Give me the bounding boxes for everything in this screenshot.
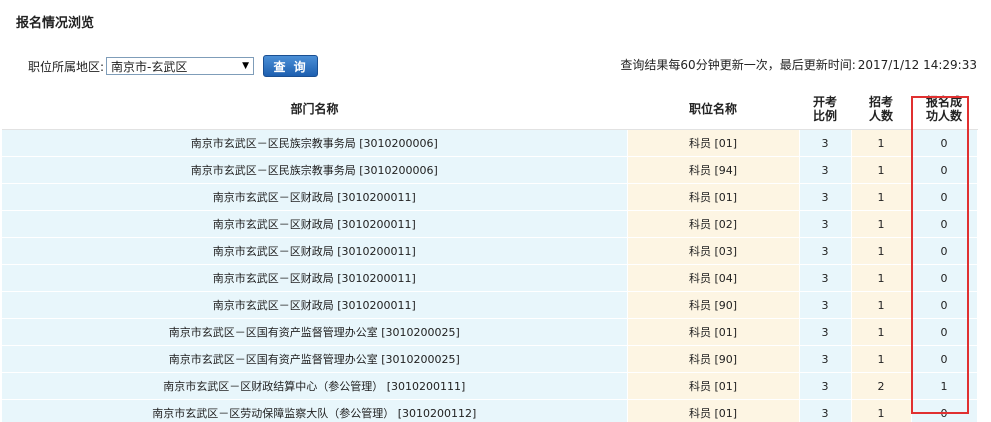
cell-dept-name: 南京市玄武区－区劳动保障监察大队（参公管理） [3010200112] xyxy=(2,399,628,422)
page: 报名情况浏览 职位所属地区: 南京市-玄武区 ▼ 查 询 查询结果每60分钟更新… xyxy=(0,0,991,422)
dropdown-arrow-icon: ▼ xyxy=(242,61,250,71)
cell-recruit-count: 1 xyxy=(851,237,912,265)
cell-dept-name: 南京市玄武区－区财政局 [3010200011] xyxy=(2,183,628,211)
cell-exam-ratio: 3 xyxy=(799,291,852,319)
cell-dept-name: 南京市玄武区－区财政局 [3010200011] xyxy=(2,210,628,238)
cell-recruit-count: 2 xyxy=(851,372,912,400)
cell-recruit-count: 1 xyxy=(851,210,912,238)
cell-exam-ratio: 3 xyxy=(799,318,852,346)
table-row: 南京市玄武区－区财政局 [3010200011] 科员 [04] 3 1 0 xyxy=(2,264,978,292)
table-row: 南京市玄武区－区国有资产监督管理办公室 [3010200025] 科员 [01] 3… xyxy=(2,318,978,346)
cell-success-count: 0 xyxy=(911,129,978,157)
cell-position-name: 科员 [01] xyxy=(627,129,800,157)
table-row: 南京市玄武区－区民族宗教事务局 [3010200006] 科员 [01] 3 1 0 xyxy=(2,129,978,157)
table-row: 南京市玄武区－区民族宗教事务局 [3010200006] 科员 [94] 3 1 0 xyxy=(2,156,978,184)
table-row: 南京市玄武区－区劳动保障监察大队（参公管理） [3010200112] 科员 [0… xyxy=(2,399,978,422)
region-select[interactable]: 南京市-玄武区 ▼ xyxy=(106,57,255,75)
header-recruit-count-label: 招考 人数 xyxy=(868,95,893,123)
cell-exam-ratio: 3 xyxy=(799,156,852,184)
header-recruit-count: 招考 人数 xyxy=(851,89,911,130)
update-info-text: 查询结果每60分钟更新一次，最后更新时间: xyxy=(620,58,856,72)
cell-position-name: 科员 [90] xyxy=(627,291,800,319)
update-info: 查询结果每60分钟更新一次，最后更新时间: 2017/1/12 14:29:33 xyxy=(620,56,977,73)
region-select-value: 南京市-玄武区 xyxy=(111,59,188,74)
cell-position-name: 科员 [04] xyxy=(627,264,800,292)
cell-dept-name: 南京市玄武区－区国有资产监督管理办公室 [3010200025] xyxy=(2,318,628,346)
query-button[interactable]: 查 询 xyxy=(263,55,319,77)
cell-exam-ratio: 3 xyxy=(799,264,852,292)
cell-position-name: 科员 [90] xyxy=(627,345,800,373)
cell-dept-name: 南京市玄武区－区财政局 [3010200011] xyxy=(2,291,628,319)
cell-dept-name: 南京市玄武区－区财政局 [3010200011] xyxy=(2,237,628,265)
cell-position-name: 科员 [01] xyxy=(627,183,800,211)
cell-position-name: 科员 [01] xyxy=(627,372,800,400)
header-exam-ratio: 开考 比例 xyxy=(799,89,851,130)
region-filter-label: 职位所属地区: xyxy=(28,59,105,74)
cell-exam-ratio: 3 xyxy=(799,372,852,400)
table-header-row: 部门名称 职位名称 开考 比例 招考 人数 报名成 功人数 xyxy=(2,89,977,130)
cell-recruit-count: 1 xyxy=(851,129,912,157)
cell-success-count: 0 xyxy=(911,345,978,373)
table-body: 南京市玄武区－区民族宗教事务局 [3010200006] 科员 [01] 3 1 0 南京… xyxy=(2,129,978,422)
cell-exam-ratio: 3 xyxy=(799,237,852,265)
last-update-time: 2017/1/12 14:29:33 xyxy=(857,58,977,72)
header-position-name: 职位名称 xyxy=(627,89,799,130)
header-success-count-label: 报名成 功人数 xyxy=(925,95,962,123)
cell-success-count: 0 xyxy=(911,264,978,292)
header-dept-name: 部门名称 xyxy=(2,89,627,130)
registration-table: 部门名称 职位名称 开考 比例 招考 人数 报名成 功人数 南京市玄武区－区民族宗教事… xyxy=(2,89,978,422)
cell-exam-ratio: 3 xyxy=(799,399,852,422)
cell-success-count: 1 xyxy=(911,372,978,400)
header-success-count: 报名成 功人数 xyxy=(911,89,977,130)
cell-position-name: 科员 [94] xyxy=(627,156,800,184)
cell-dept-name: 南京市玄武区－区民族宗教事务局 [3010200006] xyxy=(2,156,628,184)
filter-bar: 职位所属地区: 南京市-玄武区 ▼ 查 询 xyxy=(28,55,319,77)
cell-recruit-count: 1 xyxy=(851,291,912,319)
table-row: 南京市玄武区－区财政局 [3010200011] 科员 [90] 3 1 0 xyxy=(2,291,978,319)
cell-recruit-count: 1 xyxy=(851,156,912,184)
cell-recruit-count: 1 xyxy=(851,183,912,211)
cell-success-count: 0 xyxy=(911,318,978,346)
cell-recruit-count: 1 xyxy=(851,264,912,292)
cell-recruit-count: 1 xyxy=(851,399,912,422)
table-row: 南京市玄武区－区财政结算中心（参公管理） [3010200111] 科员 [01]… xyxy=(2,372,978,400)
cell-success-count: 0 xyxy=(911,237,978,265)
cell-dept-name: 南京市玄武区－区民族宗教事务局 [3010200006] xyxy=(2,129,628,157)
table-row: 南京市玄武区－区财政局 [3010200011] 科员 [01] 3 1 0 xyxy=(2,183,978,211)
cell-success-count: 0 xyxy=(911,210,978,238)
cell-dept-name: 南京市玄武区－区财政局 [3010200011] xyxy=(2,264,628,292)
cell-exam-ratio: 3 xyxy=(799,210,852,238)
cell-recruit-count: 1 xyxy=(851,345,912,373)
page-title: 报名情况浏览 xyxy=(16,16,95,31)
cell-recruit-count: 1 xyxy=(851,318,912,346)
cell-exam-ratio: 3 xyxy=(799,345,852,373)
cell-position-name: 科员 [02] xyxy=(627,210,800,238)
cell-dept-name: 南京市玄武区－区财政结算中心（参公管理） [3010200111] xyxy=(2,372,628,400)
cell-exam-ratio: 3 xyxy=(799,183,852,211)
cell-position-name: 科员 [01] xyxy=(627,399,800,422)
cell-success-count: 0 xyxy=(911,156,978,184)
cell-position-name: 科员 [01] xyxy=(627,318,800,346)
cell-dept-name: 南京市玄武区－区国有资产监督管理办公室 [3010200025] xyxy=(2,345,628,373)
table-row: 南京市玄武区－区财政局 [3010200011] 科员 [02] 3 1 0 xyxy=(2,210,978,238)
cell-success-count: 0 xyxy=(911,291,978,319)
cell-position-name: 科员 [03] xyxy=(627,237,800,265)
cell-success-count: 0 xyxy=(911,399,978,422)
table-row: 南京市玄武区－区财政局 [3010200011] 科员 [03] 3 1 0 xyxy=(2,237,978,265)
header-exam-ratio-label: 开考 比例 xyxy=(812,95,837,123)
table-row: 南京市玄武区－区国有资产监督管理办公室 [3010200025] 科员 [90] 3… xyxy=(2,345,978,373)
cell-exam-ratio: 3 xyxy=(799,129,852,157)
cell-success-count: 0 xyxy=(911,183,978,211)
